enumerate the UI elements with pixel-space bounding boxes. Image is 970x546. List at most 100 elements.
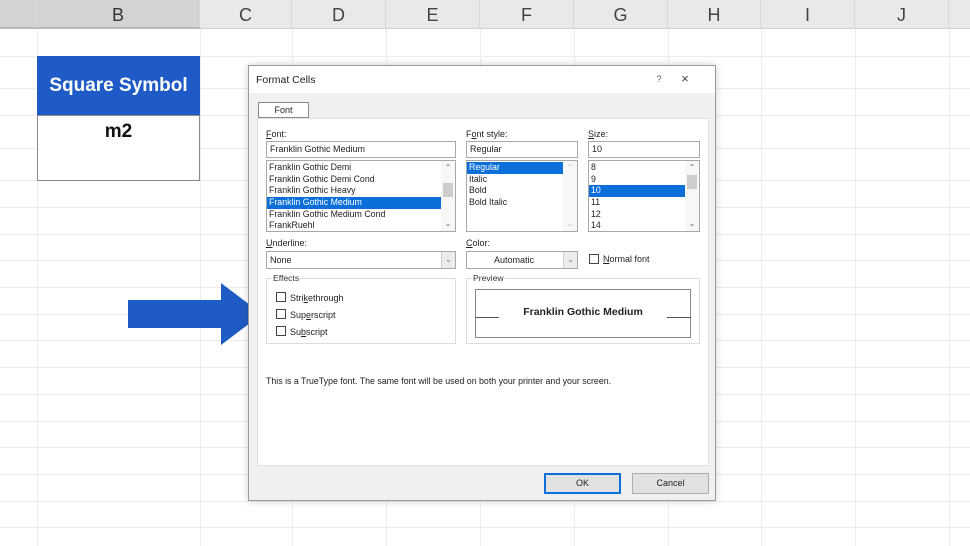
- font-style-list[interactable]: Regular Italic Bold Bold Italic ⌃ ⌄: [466, 160, 578, 232]
- font-list-item[interactable]: Franklin Gothic Demi: [267, 162, 441, 174]
- font-tab-panel: Font: Franklin Gothic Medium Franklin Go…: [257, 118, 709, 466]
- font-style-list-item[interactable]: Italic: [467, 174, 563, 186]
- font-label-text: ont:: [271, 129, 287, 139]
- scroll-thumb[interactable]: [687, 175, 697, 189]
- size-list-item[interactable]: 8: [589, 162, 685, 174]
- column-header-g[interactable]: G: [574, 0, 668, 29]
- cell-b4[interactable]: [37, 147, 200, 181]
- underline-value: None: [270, 255, 292, 265]
- chevron-down-icon[interactable]: ⌄: [563, 252, 577, 268]
- effects-title: Effects: [272, 273, 301, 283]
- chevron-down-icon[interactable]: ⌄: [563, 217, 577, 231]
- superscript-label[interactable]: Superscript: [290, 310, 336, 320]
- help-icon[interactable]: ?: [652, 72, 666, 86]
- normal-font-checkbox[interactable]: [589, 254, 599, 264]
- subscript-b: script: [306, 327, 328, 337]
- tab-font[interactable]: Font: [258, 102, 309, 118]
- size-label: Size:: [588, 129, 608, 139]
- font-list-items: Franklin Gothic Demi Franklin Gothic Demi…: [267, 161, 455, 231]
- column-header-h[interactable]: H: [668, 0, 761, 29]
- preview-title: Preview: [472, 273, 505, 283]
- column-header-d[interactable]: D: [292, 0, 386, 29]
- dialog-title: Format Cells: [256, 74, 316, 86]
- size-list-item[interactable]: 14: [589, 220, 685, 231]
- row-gridline: [0, 501, 970, 502]
- size-list-items: 8 9 10 11 12 14: [589, 161, 699, 231]
- column-header-f[interactable]: F: [480, 0, 574, 29]
- font-style-scrollbar[interactable]: ⌃ ⌄: [563, 161, 577, 231]
- chevron-down-icon[interactable]: ⌄: [441, 252, 455, 268]
- column-gridline: [761, 29, 762, 546]
- superscript-a: Sup: [290, 310, 307, 320]
- column-header-e[interactable]: E: [386, 0, 480, 29]
- font-label: Font:: [266, 129, 287, 139]
- strikethrough-label[interactable]: Strikethrough: [290, 293, 344, 303]
- color-dropdown[interactable]: Automatic ⌄: [466, 251, 578, 269]
- font-style-list-item[interactable]: Regular: [467, 162, 563, 174]
- font-list-item[interactable]: Franklin Gothic Demi Cond: [267, 174, 441, 186]
- strikethrough-checkbox[interactable]: [276, 292, 286, 302]
- subscript-checkbox[interactable]: [276, 326, 286, 336]
- font-list-scrollbar[interactable]: ⌃ ⌄: [441, 161, 455, 231]
- size-label-text: ize:: [594, 129, 609, 139]
- underline-label-text: nderline:: [272, 238, 308, 248]
- size-list-item[interactable]: 10: [589, 185, 685, 198]
- size-list-item[interactable]: 9: [589, 174, 685, 186]
- strikethrough-a: Stri: [290, 293, 304, 303]
- color-value: Automatic: [493, 255, 535, 265]
- strikethrough-b: ethrough: [308, 293, 344, 303]
- font-style-input[interactable]: Regular: [466, 141, 578, 158]
- chevron-down-icon[interactable]: ⌄: [441, 217, 455, 231]
- size-input[interactable]: 10: [588, 141, 700, 158]
- cancel-button[interactable]: Cancel: [632, 473, 709, 494]
- font-list-item[interactable]: Franklin Gothic Medium Cond: [267, 209, 441, 221]
- font-style-list-item[interactable]: Bold: [467, 185, 563, 197]
- color-label: Color:: [466, 238, 490, 248]
- normal-font-label[interactable]: Normal font: [603, 254, 650, 264]
- font-list-item[interactable]: Franklin Gothic Heavy: [267, 185, 441, 197]
- column-header-j[interactable]: J: [855, 0, 949, 29]
- size-list-item[interactable]: 11: [589, 197, 685, 209]
- size-list[interactable]: 8 9 10 11 12 14 ⌃ ⌄: [588, 160, 700, 232]
- chevron-up-icon[interactable]: ⌃: [685, 161, 699, 175]
- font-input[interactable]: Franklin Gothic Medium: [266, 141, 456, 158]
- arrow-annotation-icon: [128, 283, 262, 345]
- superscript-checkbox[interactable]: [276, 309, 286, 319]
- column-header-c[interactable]: C: [200, 0, 292, 29]
- font-list[interactable]: Franklin Gothic Demi Franklin Gothic Demi…: [266, 160, 456, 232]
- cell-b3-value[interactable]: m2: [37, 115, 200, 148]
- color-label-text: olor:: [472, 238, 491, 248]
- close-icon[interactable]: ×: [677, 71, 693, 87]
- superscript-b: rscript: [311, 310, 336, 320]
- font-style-label: Font style:: [466, 129, 508, 139]
- format-cells-dialog: Format Cells ? × Font Font: Franklin Got…: [248, 65, 716, 501]
- scroll-thumb[interactable]: [443, 183, 453, 197]
- ok-button[interactable]: OK: [544, 473, 621, 494]
- preview-sample-text: Franklin Gothic Medium: [523, 306, 643, 318]
- font-style-label-b: nt style:: [476, 129, 508, 139]
- size-list-item[interactable]: 12: [589, 209, 685, 221]
- column-header-i[interactable]: I: [761, 0, 855, 29]
- subscript-label[interactable]: Subscript: [290, 327, 328, 337]
- font-style-list-item[interactable]: Bold Italic: [467, 197, 563, 209]
- column-header-b[interactable]: B: [37, 0, 200, 29]
- preview-box: Franklin Gothic Medium: [475, 289, 691, 338]
- cell-b2-header[interactable]: Square Symbol: [37, 56, 200, 115]
- chevron-up-icon[interactable]: ⌃: [563, 161, 577, 175]
- subscript-a: Su: [290, 327, 302, 337]
- column-header-a[interactable]: [0, 0, 37, 29]
- underline-dropdown[interactable]: None ⌄: [266, 251, 456, 269]
- normal-font-text: ormal font: [609, 254, 650, 264]
- chevron-down-icon[interactable]: ⌄: [685, 217, 699, 231]
- column-header-k[interactable]: [949, 0, 970, 29]
- chevron-up-icon[interactable]: ⌃: [441, 161, 455, 175]
- underline-label: Underline:: [266, 238, 307, 248]
- arrow-shape: [128, 283, 262, 345]
- size-list-scrollbar[interactable]: ⌃ ⌄: [685, 161, 699, 231]
- font-list-item[interactable]: FrankRuehl: [267, 220, 441, 231]
- row-gridline: [0, 527, 970, 528]
- dialog-titlebar[interactable]: Format Cells ? ×: [249, 66, 715, 93]
- font-list-item[interactable]: Franklin Gothic Medium: [267, 197, 441, 209]
- column-gridline: [949, 29, 950, 546]
- font-style-list-items: Regular Italic Bold Bold Italic: [467, 161, 577, 209]
